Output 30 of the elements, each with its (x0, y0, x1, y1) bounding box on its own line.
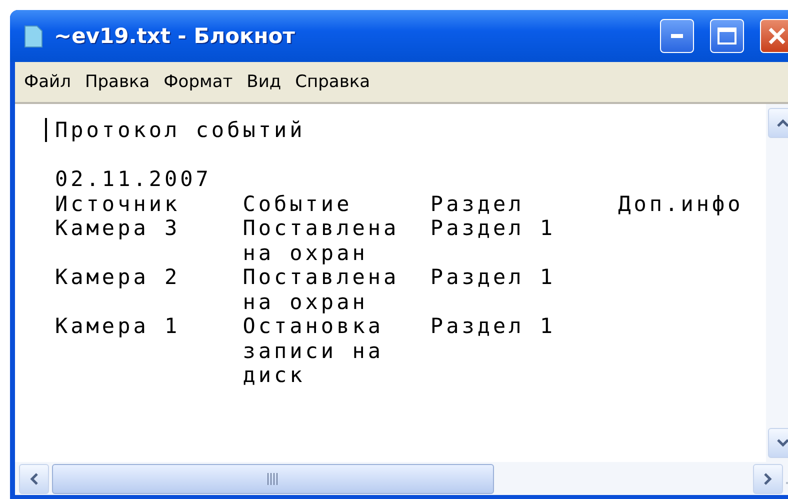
grip-icon (267, 472, 279, 484)
text-line: записи на (242, 338, 385, 363)
text-cursor (45, 118, 47, 142)
menu-item[interactable]: Файл (19, 70, 76, 94)
text-line: Камера 2 Поставлена Раздел 1 (55, 265, 557, 290)
text-line: Протокол событий (55, 118, 306, 142)
minimize-icon (671, 34, 683, 38)
scrollbar-thumb[interactable] (52, 464, 494, 494)
window-title: ~ev19.txt - Блокнот (54, 24, 296, 48)
notepad-icon (22, 23, 44, 49)
minimize-button[interactable] (660, 19, 694, 53)
text-line: 02.11.2007 (55, 167, 212, 192)
horizontal-scrollbar[interactable] (15, 462, 788, 495)
menu-item[interactable]: Вид (242, 70, 286, 94)
close-icon (768, 27, 786, 45)
maximize-icon (717, 27, 737, 45)
text-line: на охран (242, 240, 369, 265)
maximize-button[interactable] (710, 19, 744, 53)
text-area[interactable]: Протокол событий 02.11.2007 Источник Событие Раздел Доп.инфо Камера 3 Поставлена Раздел 1 на охран Камера 2 Поставлена Раздел 1 на охран Камера 1 Остановка Раздел 1 записи на диск (15, 104, 788, 462)
menu-item[interactable]: Правка (80, 70, 155, 94)
menu-item[interactable]: Справка (290, 70, 376, 94)
scroll-right-button[interactable] (753, 464, 783, 494)
scroll-left-button[interactable] (19, 464, 49, 494)
text-line: Камера 3 Поставлена Раздел 1 (55, 216, 557, 240)
menu-item[interactable]: Формат (158, 70, 238, 94)
text-line: Источник Событие Раздел Доп.инфо (55, 192, 744, 216)
text-line: диск (242, 363, 306, 388)
close-button[interactable] (760, 19, 788, 53)
text-line: Камера 1 Остановка Раздел 1 (55, 314, 557, 338)
text-line: на охран (242, 290, 369, 314)
